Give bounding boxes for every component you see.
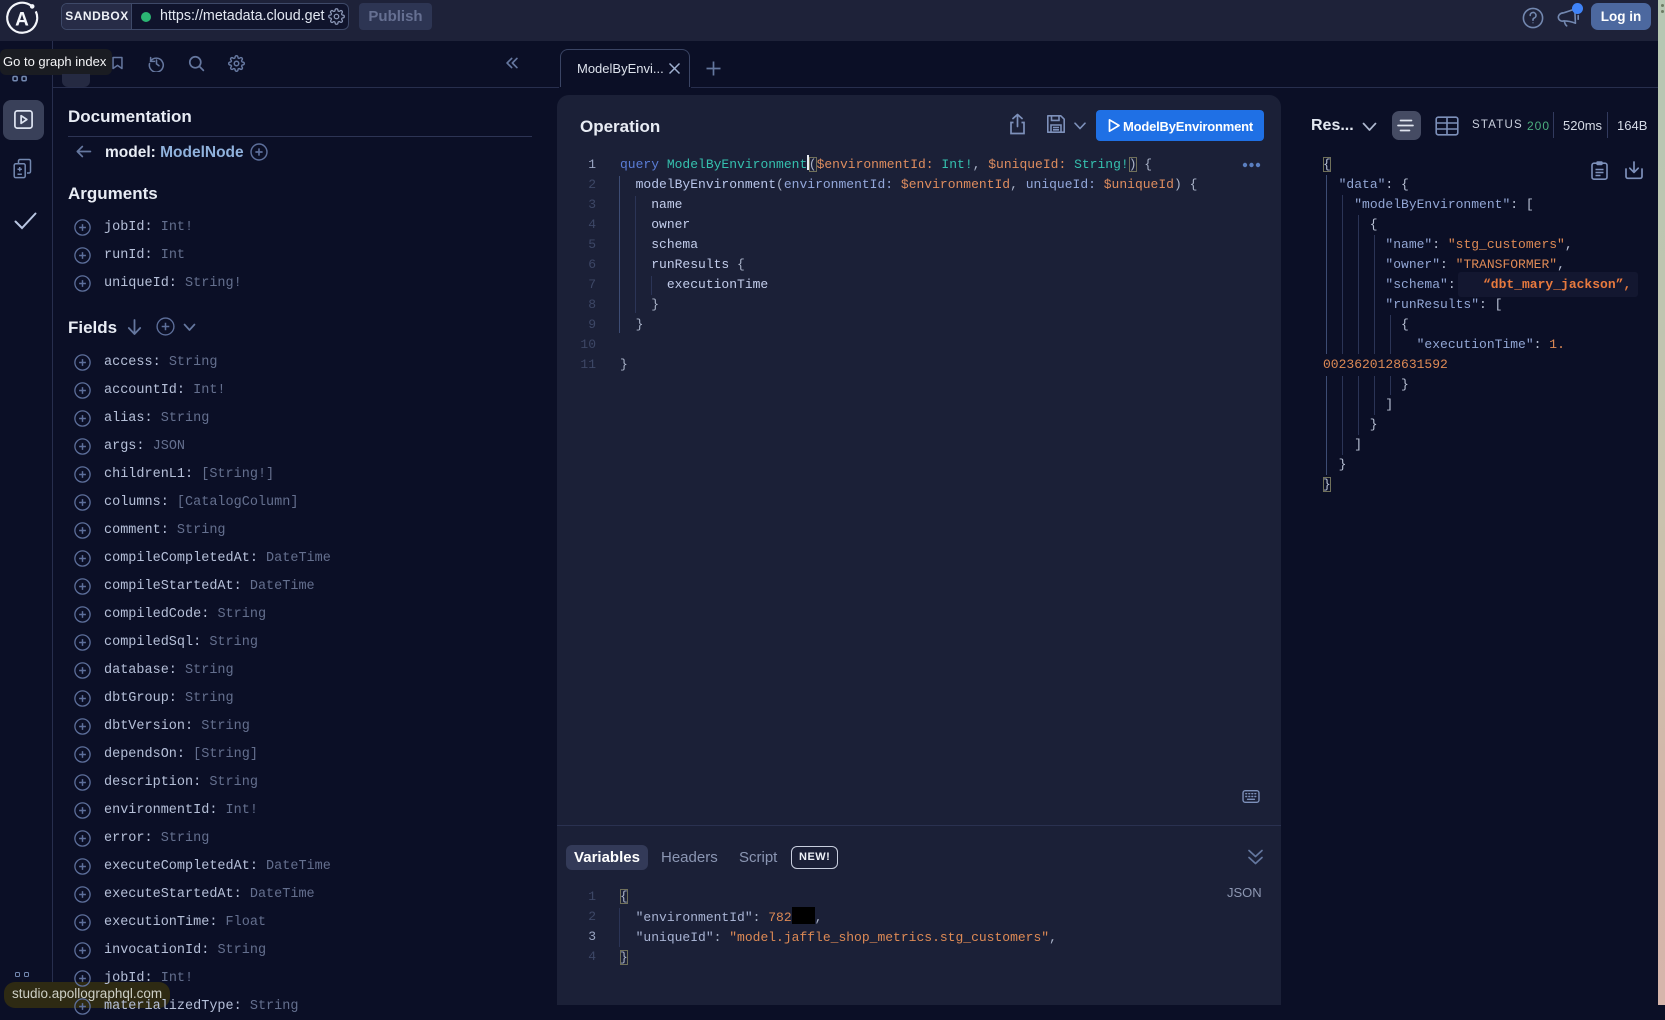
svg-text:A: A xyxy=(15,10,29,31)
